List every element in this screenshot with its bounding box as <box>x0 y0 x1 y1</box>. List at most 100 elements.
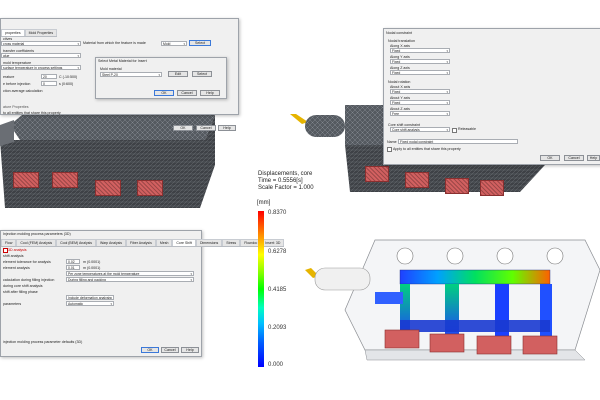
along-x-select[interactable]: Fixed ▾ <box>390 48 450 53</box>
footer-text: injection molding process parameter defa… <box>3 340 83 344</box>
along-y-select[interactable]: Fixed ▾ <box>390 59 450 64</box>
tab-stress[interactable]: Stress <box>222 239 241 246</box>
name-input[interactable]: Fixed nodal constraint <box>398 139 518 144</box>
cancel-button[interactable]: Cancel <box>161 347 179 353</box>
tick-label: 0.2093 <box>268 325 287 331</box>
tab-dimensions[interactable]: Dimensions <box>195 239 223 246</box>
parameters-select[interactable]: Automatic ▾ <box>66 301 114 306</box>
tab-core-shift[interactable]: Core Shift <box>172 239 196 246</box>
3d-analysis-label: 3D analysis <box>8 248 27 252</box>
row-label: during core shift analysis <box>3 284 43 288</box>
cancel-button[interactable]: Cancel <box>564 155 584 161</box>
element-input[interactable]: 0.01 <box>66 265 80 270</box>
unit-label: m (0.0001) <box>83 266 101 270</box>
result-unit: [mm] <box>257 200 271 206</box>
tick-label: 0.8370 <box>268 210 287 216</box>
mold-tabs: properties Mold Properties <box>1 29 58 37</box>
edit-button[interactable]: Edit <box>168 71 188 77</box>
help-button[interactable]: Help <box>181 347 199 353</box>
temperature-select[interactable]: surface temperature in process settings ▾ <box>1 65 81 70</box>
chevron-down-icon: ▾ <box>190 272 192 276</box>
chevron-down-icon: ▾ <box>158 73 160 77</box>
dialog-title: Select Metal Material for Insert <box>98 59 147 63</box>
material-label: Material from which the feature is made <box>83 41 146 45</box>
temperature-mode-value: Per zone temperatures at the mold temper… <box>68 272 140 276</box>
chevron-down-icon: ▾ <box>446 101 448 105</box>
cool-value: Core shift analysis <box>392 128 420 132</box>
tab-properties[interactable]: properties <box>1 29 25 36</box>
cool-select[interactable]: Core shift analysis ▾ <box>390 127 450 132</box>
tab-warp[interactable]: Warp Analysis <box>96 239 127 246</box>
field-label: erature <box>3 75 15 79</box>
apply-checkbox[interactable] <box>387 147 392 152</box>
temperature-input[interactable]: 20 <box>41 74 57 79</box>
help-button[interactable]: Help <box>218 125 236 131</box>
help-button[interactable]: Help <box>587 155 600 161</box>
nodal-constraint-dialog: Nodal constraint Nodal translation Along… <box>383 28 600 165</box>
tab-cool-bem[interactable]: Cool (BEM) Analysis <box>56 239 96 246</box>
ok-button[interactable]: OK <box>173 125 193 131</box>
about-x-select[interactable]: Fixed ▾ <box>390 89 450 94</box>
row-label: element analysis <box>3 266 30 270</box>
chevron-down-icon: ▾ <box>110 296 112 300</box>
tab-mesh[interactable]: Mesh <box>155 239 173 246</box>
tab-cool-fem[interactable]: Cool (FEM) Analysis <box>16 239 57 246</box>
releasable-label: Releasable <box>458 127 476 131</box>
chevron-down-icon: ▾ <box>77 66 79 70</box>
unit-label: s (0:600) <box>59 82 74 86</box>
select-button[interactable]: Select <box>192 71 212 77</box>
field-label: ction average calculation <box>3 89 43 93</box>
tick-label: 0.6278 <box>268 249 287 255</box>
help-button[interactable]: Help <box>200 90 220 96</box>
deformation-value: Include deformation analysis <box>68 296 111 300</box>
pad-6 <box>405 172 429 188</box>
about-z-value: Free <box>392 112 399 116</box>
material-select[interactable]: cross material ▾ <box>1 41 81 46</box>
material-value-select[interactable]: Mold ▾ <box>161 41 187 46</box>
chevron-down-icon: ▾ <box>183 42 185 46</box>
select-button[interactable]: Select <box>189 40 211 46</box>
pad-3 <box>95 180 121 196</box>
deformation-select[interactable]: Include deformation analysis ▾ <box>66 295 114 300</box>
ok-button[interactable]: OK <box>154 90 174 96</box>
select-material-dialog: Select Metal Material for Insert Mold ma… <box>95 57 227 99</box>
result-time: Time = 0.5556[s] <box>258 178 303 184</box>
tab-mold-properties[interactable]: Mold Properties <box>24 29 58 36</box>
ok-button[interactable]: OK <box>141 347 159 353</box>
about-z-select[interactable]: Free ▾ <box>390 111 450 116</box>
along-z-select[interactable]: Fixed ▾ <box>390 70 450 75</box>
unit-label: C (-10:500) <box>59 75 78 79</box>
chevron-down-icon: ▾ <box>77 42 79 46</box>
section-label: ature Properties <box>3 105 29 109</box>
calculation-select[interactable]: During filling and packing ▾ <box>66 277 194 282</box>
pad-2 <box>52 172 78 188</box>
result-model <box>305 239 600 361</box>
coefficient-select[interactable]: alue ▾ <box>1 53 81 58</box>
tab-fiber[interactable]: Fiber Analysis <box>126 239 156 246</box>
tolerance-input[interactable]: 0.02 <box>66 259 80 264</box>
tab-insert-3d[interactable]: Insert: 3D <box>261 239 285 246</box>
mold-material-value: Steel P-20 <box>102 73 118 77</box>
process-parameters-dialog: Injection molding process parameters (3D… <box>0 230 285 357</box>
result-title: Displacements, core <box>258 171 313 177</box>
mold-material-select[interactable]: Steel P-20 ▾ <box>100 72 162 77</box>
releasable-checkbox[interactable] <box>452 128 457 133</box>
translation-label: Nodal translation <box>388 39 415 43</box>
chevron-down-icon: ▾ <box>446 112 448 116</box>
cancel-button[interactable]: Cancel <box>177 90 197 96</box>
row-label: shift after filling phase <box>3 290 38 294</box>
cancel-button[interactable]: Cancel <box>196 125 216 131</box>
tick-label: 0.4185 <box>268 287 287 293</box>
chevron-down-icon: ▾ <box>446 90 448 94</box>
pad-1 <box>13 172 39 188</box>
row-label: calculation during filling injection <box>3 278 55 282</box>
tab-flow[interactable]: Flow <box>1 239 17 246</box>
ok-button[interactable]: OK <box>540 155 560 161</box>
about-y-select[interactable]: Fixed ▾ <box>390 100 450 105</box>
chevron-down-icon: ▾ <box>446 128 448 132</box>
temperature-mode-select[interactable]: Per zone temperatures at the mold temper… <box>66 271 194 276</box>
apply-text: Apply to all entities that share this pr… <box>393 147 461 151</box>
coefficient-value: alue <box>3 54 10 58</box>
time-input[interactable]: 0 <box>41 81 57 86</box>
along-z-value: Fixed <box>392 71 401 75</box>
